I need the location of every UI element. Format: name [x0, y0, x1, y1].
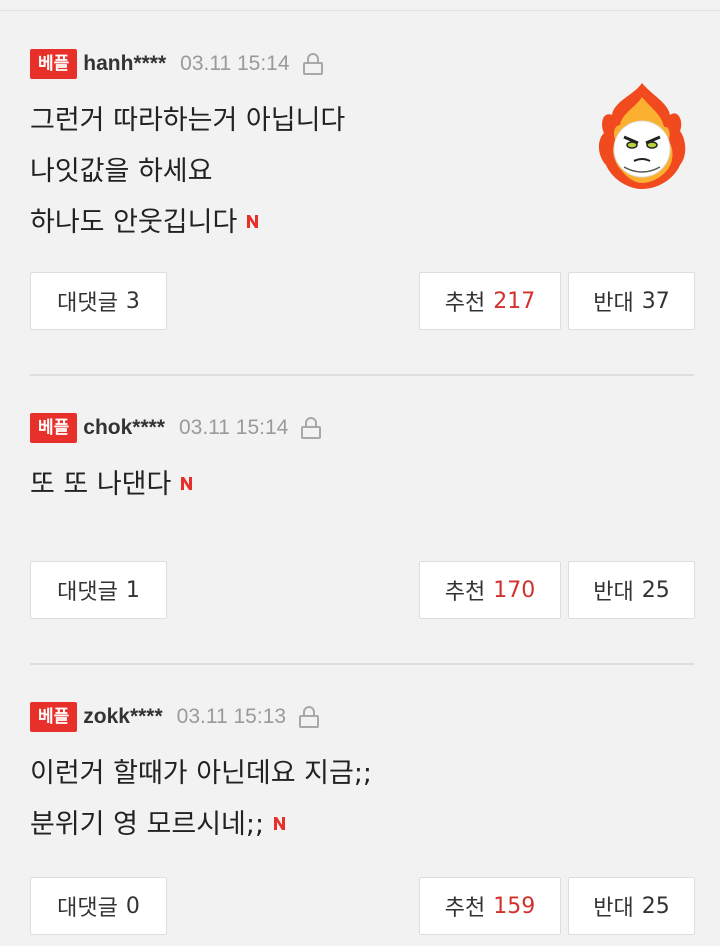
downvote-count: 37: [641, 288, 670, 314]
comment-line: 분위기 영 모르시네;;: [30, 799, 372, 850]
comment-body: 이런거 할때가 아닌데요 지금;; 분위기 영 모르시네;;: [30, 748, 372, 850]
avatar[interactable]: [594, 81, 690, 193]
comment-line: 또 또 나댄다: [30, 459, 194, 510]
upvote-label: 추천: [444, 896, 486, 921]
reply-button[interactable]: 대댓글 0: [30, 877, 167, 935]
upvote-count: 217: [493, 288, 536, 314]
reply-count: 3: [125, 288, 140, 314]
comment-meta: 베플 hanh**** 03.11 15:14: [30, 47, 324, 81]
upvote-button[interactable]: 추천 217: [419, 272, 561, 330]
upvote-count: 159: [493, 893, 536, 919]
comment-body: 그런거 따라하는거 아닙니다 나잇값을 하세요 하나도 안웃깁니다: [30, 95, 345, 248]
top-divider: [0, 10, 720, 11]
reply-label: 대댓글: [57, 896, 118, 921]
new-n-icon: [181, 477, 193, 490]
downvote-button[interactable]: 반대 25: [568, 877, 695, 935]
best-badge: 베플: [30, 413, 78, 443]
downvote-label: 반대: [593, 580, 634, 605]
comment-meta: 베플 chok**** 03.11 15:14: [30, 411, 322, 445]
comment-line-text: 분위기 영 모르시네;;: [30, 809, 265, 840]
downvote-button[interactable]: 반대 37: [568, 272, 695, 330]
lock-icon: [298, 705, 320, 729]
comment-divider: [30, 663, 694, 665]
comment-username[interactable]: zokk****: [83, 705, 162, 729]
upvote-label: 추천: [444, 291, 486, 316]
comment-meta: 베플 zokk**** 03.11 15:13: [30, 700, 320, 734]
best-badge: 베플: [30, 49, 78, 79]
downvote-label: 반대: [593, 291, 634, 316]
downvote-label: 반대: [593, 896, 634, 921]
comment-timestamp: 03.11 15:14: [178, 416, 289, 439]
lock-icon: [302, 52, 324, 76]
upvote-label: 추천: [444, 580, 486, 605]
comment-divider: [30, 374, 694, 376]
reply-label: 대댓글: [57, 291, 118, 316]
downvote-button[interactable]: 반대 25: [568, 561, 695, 619]
comment-body: 또 또 나댄다: [30, 459, 194, 510]
comment-timestamp: 03.11 15:14: [180, 52, 290, 75]
upvote-button[interactable]: 추천 170: [419, 561, 561, 619]
comment-line-text: 하나도 안웃깁니다: [30, 207, 238, 238]
reply-label: 대댓글: [57, 580, 118, 605]
best-badge: 베플: [30, 702, 78, 732]
reply-count: 1: [125, 577, 140, 603]
reply-count: 0: [125, 893, 140, 919]
comment-line: 하나도 안웃깁니다: [30, 197, 345, 248]
new-n-icon: [247, 215, 259, 228]
downvote-count: 25: [641, 893, 670, 919]
reply-button[interactable]: 대댓글 3: [30, 272, 167, 330]
comment-line-text: 또 또 나댄다: [30, 469, 172, 500]
reply-button[interactable]: 대댓글 1: [30, 561, 167, 619]
comment-line: 그런거 따라하는거 아닙니다: [30, 105, 346, 136]
downvote-count: 25: [641, 577, 670, 603]
new-n-icon: [274, 817, 286, 830]
upvote-button[interactable]: 추천 159: [419, 877, 561, 935]
comment-username[interactable]: hanh****: [83, 52, 166, 76]
lock-icon: [300, 416, 322, 440]
comment-line: 이런거 할때가 아닌데요 지금;;: [30, 758, 373, 789]
comment-line: 나잇값을 하세요: [30, 156, 213, 187]
comment-timestamp: 03.11 15:13: [176, 705, 287, 728]
comment-username[interactable]: chok****: [83, 416, 165, 440]
upvote-count: 170: [493, 577, 536, 603]
